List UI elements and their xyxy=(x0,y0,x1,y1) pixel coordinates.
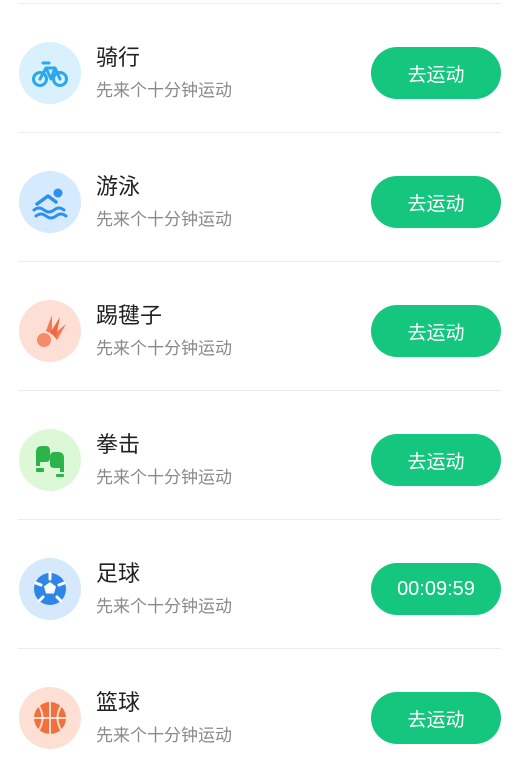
list-item: 游泳 先来个十分钟运动 去运动 xyxy=(0,134,519,262)
sport-title: 游泳 xyxy=(96,175,141,200)
shuttlecock-icon xyxy=(19,300,81,362)
start-exercise-button[interactable]: 去运动 xyxy=(371,176,501,228)
list-item: 足球 先来个十分钟运动 00:09:59 xyxy=(0,521,519,649)
list-item: 骑行 先来个十分钟运动 去运动 xyxy=(0,5,519,133)
divider xyxy=(18,390,501,391)
divider xyxy=(18,648,501,649)
swimming-icon xyxy=(19,171,81,233)
boxing-glove-icon xyxy=(19,429,81,491)
sport-title: 踢毽子 xyxy=(96,304,163,329)
sport-subtitle: 先来个十分钟运动 xyxy=(96,468,232,488)
start-exercise-button[interactable]: 去运动 xyxy=(371,47,501,99)
sport-title: 骑行 xyxy=(96,46,141,71)
divider xyxy=(18,3,501,4)
start-exercise-button[interactable]: 去运动 xyxy=(371,434,501,486)
divider xyxy=(18,519,501,520)
list-item: 篮球 先来个十分钟运动 去运动 xyxy=(0,650,519,770)
sport-list: 骑行 先来个十分钟运动 去运动 游泳 先来个十分钟运动 去运动 踢毽子 先来个十… xyxy=(0,0,519,770)
divider xyxy=(18,132,501,133)
countdown-timer-button[interactable]: 00:09:59 xyxy=(371,563,501,615)
sport-subtitle: 先来个十分钟运动 xyxy=(96,81,232,101)
list-item: 踢毽子 先来个十分钟运动 去运动 xyxy=(0,263,519,391)
sport-title: 拳击 xyxy=(96,433,141,458)
bicycle-icon xyxy=(19,42,81,104)
soccer-ball-icon xyxy=(19,558,81,620)
sport-subtitle: 先来个十分钟运动 xyxy=(96,210,232,230)
divider xyxy=(18,261,501,262)
sport-subtitle: 先来个十分钟运动 xyxy=(96,726,232,746)
basketball-icon xyxy=(19,687,81,749)
list-item: 拳击 先来个十分钟运动 去运动 xyxy=(0,392,519,520)
sport-subtitle: 先来个十分钟运动 xyxy=(96,339,232,359)
start-exercise-button[interactable]: 去运动 xyxy=(371,305,501,357)
sport-title: 足球 xyxy=(96,562,141,587)
sport-title: 篮球 xyxy=(96,691,141,716)
sport-subtitle: 先来个十分钟运动 xyxy=(96,597,232,617)
start-exercise-button[interactable]: 去运动 xyxy=(371,692,501,744)
